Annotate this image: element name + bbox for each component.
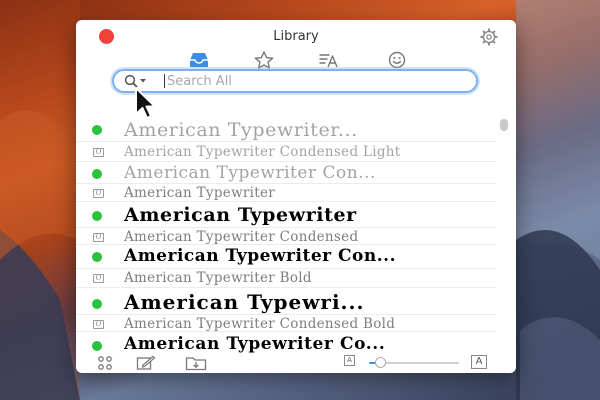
activated-indicator[interactable] — [92, 299, 102, 309]
font-name: American Typewriter Con... — [124, 163, 376, 183]
font-name: American Typewriter — [124, 185, 276, 201]
font-name: American Typewriter Con... — [124, 246, 396, 266]
search-field[interactable] — [112, 69, 478, 93]
text-translate-icon[interactable] — [318, 50, 340, 70]
font-name: American Typewriter... — [124, 119, 358, 141]
activated-indicator[interactable] — [92, 169, 102, 179]
window-title: Library — [273, 29, 319, 44]
small-size-icon[interactable]: A — [344, 355, 355, 366]
list-scrollbar[interactable] — [500, 119, 508, 131]
font-file-icon[interactable]: O — [93, 148, 104, 157]
inbox-icon[interactable] — [188, 50, 210, 70]
font-file-icon[interactable]: O — [93, 320, 104, 329]
activated-indicator[interactable] — [92, 341, 102, 351]
bottom-toolbar: A A — [76, 353, 516, 373]
font-file-icon[interactable]: O — [93, 233, 104, 242]
font-name: American Typewriter Condensed Bold — [124, 316, 396, 332]
font-name: American Typewriter Condensed — [124, 229, 359, 245]
edit-icon[interactable] — [136, 355, 156, 371]
folder-download-icon[interactable] — [185, 355, 207, 371]
preview-size-slider[interactable] — [369, 357, 459, 368]
search-input[interactable] — [167, 71, 457, 91]
font-row[interactable]: American Typewriter Con... — [76, 162, 496, 184]
font-list: American Typewriter... O American Typewr… — [76, 118, 496, 358]
library-window: Library Search All American Typewriter..… — [76, 20, 516, 373]
font-row[interactable]: American Typewri... — [76, 288, 496, 315]
activated-indicator[interactable] — [92, 211, 102, 221]
font-row[interactable]: O American Typewriter — [76, 184, 496, 202]
grid-icon[interactable] — [97, 355, 113, 371]
font-row[interactable]: O American Typewriter Condensed — [76, 228, 496, 245]
activated-indicator[interactable] — [92, 252, 102, 262]
font-name: American Typewriter Bold — [124, 270, 312, 286]
activated-indicator[interactable] — [92, 125, 102, 135]
font-file-icon[interactable]: O — [93, 189, 104, 198]
mouse-pointer-icon — [135, 87, 156, 119]
font-file-icon[interactable]: O — [93, 274, 104, 283]
font-row[interactable]: American Typewriter Con... — [76, 245, 496, 269]
text-caret — [164, 74, 165, 88]
gear-icon[interactable] — [480, 28, 498, 46]
smiley-icon[interactable] — [386, 50, 408, 70]
font-row[interactable]: O American Typewriter Bold — [76, 269, 496, 288]
star-icon[interactable] — [253, 50, 275, 70]
font-name: American Typewri... — [124, 290, 365, 314]
font-row[interactable]: O American Typewriter Condensed Bold — [76, 315, 496, 332]
slider-knob[interactable] — [375, 357, 386, 368]
font-name: American Typewriter — [124, 204, 357, 226]
font-name: American Typewriter Condensed Light — [124, 144, 401, 160]
font-name: American Typewriter Co... — [124, 334, 386, 354]
font-row[interactable]: O American Typewriter Condensed Light — [76, 142, 496, 162]
large-size-icon[interactable]: A — [471, 355, 487, 369]
font-row[interactable]: American Typewriter — [76, 202, 496, 228]
